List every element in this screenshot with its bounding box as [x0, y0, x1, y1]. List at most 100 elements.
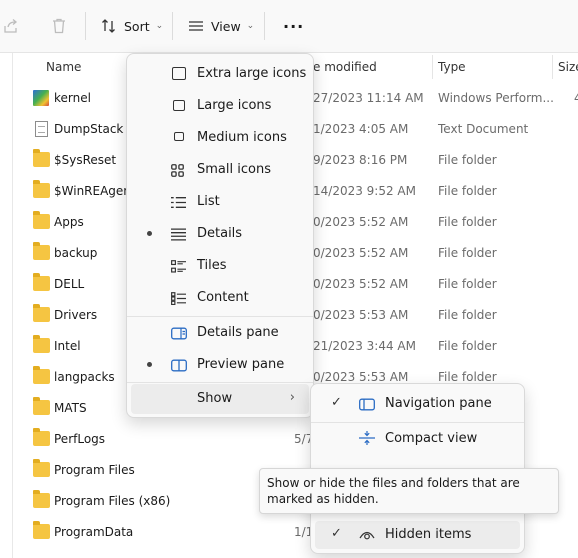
details-icon	[171, 228, 186, 241]
sort-button[interactable]: Sort ⌄	[100, 14, 163, 38]
share-button[interactable]	[2, 14, 20, 38]
menu-item-label: Compact view	[385, 431, 478, 446]
file-type: File folder	[438, 370, 497, 384]
sort-icon	[102, 19, 115, 33]
column-divider[interactable]	[552, 55, 553, 79]
details-pane-icon	[171, 327, 187, 340]
folder-icon	[33, 211, 50, 229]
column-header-size[interactable]: Size	[558, 53, 578, 81]
menu-item-label: Navigation pane	[385, 396, 492, 411]
file-type: File folder	[438, 339, 497, 353]
folder-icon	[33, 521, 50, 539]
file-name: DELL	[54, 277, 85, 291]
toolbar-separator	[172, 12, 173, 40]
view-menu: Extra large icons Large icons Medium ico…	[126, 53, 314, 418]
folder-icon	[33, 180, 50, 198]
folder-icon	[33, 366, 50, 384]
menu-item-show[interactable]: Show ›	[131, 384, 309, 414]
menu-item-navigation-pane[interactable]: ✓ Navigation pane	[315, 388, 520, 420]
file-name: ProgramData	[54, 525, 134, 539]
chevron-right-icon: ›	[289, 390, 295, 405]
file-name: $WinREAgent	[54, 184, 136, 198]
menu-item-details[interactable]: Details	[131, 218, 309, 250]
selected-indicator-icon	[147, 231, 152, 236]
view-label: View	[211, 18, 241, 34]
medium-icons-icon	[174, 132, 184, 141]
navigation-pane-icon	[359, 398, 375, 411]
menu-item-extra-large-icons[interactable]: Extra large icons	[131, 58, 309, 90]
small-icons-icon	[171, 164, 184, 177]
file-name: PerfLogs	[54, 432, 106, 446]
file-name: kernel	[54, 91, 91, 105]
menu-item-label: Large icons	[197, 98, 272, 113]
file-date: 0/2023 5:52 AM	[313, 246, 409, 260]
menu-item-content[interactable]: Content	[131, 282, 309, 314]
check-icon: ✓	[331, 526, 342, 541]
more-options-icon: ···	[283, 16, 305, 36]
menu-item-label: Preview pane	[197, 357, 285, 372]
file-date: 21/2023 3:44 AM	[313, 339, 416, 353]
menu-item-details-pane[interactable]: Details pane	[131, 317, 309, 349]
file-name: $SysReset	[54, 153, 117, 167]
file-date: 9/2023 8:16 PM	[313, 153, 408, 167]
folder-icon	[33, 304, 50, 322]
menu-item-hidden-items[interactable]: ✓ Hidden items	[315, 521, 520, 549]
folder-icon	[33, 273, 50, 291]
column-header-name[interactable]: Name	[46, 53, 81, 81]
eye-icon	[359, 531, 375, 540]
menu-item-label: Tiles	[197, 258, 227, 273]
extra-large-icons-icon	[172, 67, 186, 80]
folder-icon	[33, 397, 50, 415]
chevron-down-icon: ⌄	[155, 21, 164, 31]
column-divider[interactable]	[432, 55, 433, 79]
file-type: File folder	[438, 308, 497, 322]
more-options-button[interactable]: ···	[283, 14, 304, 38]
file-name: langpacks	[54, 370, 115, 384]
file-name: Intel	[54, 339, 81, 353]
text-file-icon	[35, 121, 48, 137]
file-date: 27/2023 11:14 AM	[313, 91, 424, 105]
file-date: 0/2023 5:53 AM	[313, 370, 409, 384]
file-type: File folder	[438, 184, 497, 198]
file-date: 1/2023 4:05 AM	[313, 122, 409, 136]
menu-item-label: List	[197, 194, 220, 209]
toolbar-separator	[85, 12, 86, 40]
folder-icon	[33, 459, 50, 477]
menu-item-preview-pane[interactable]: Preview pane	[131, 349, 309, 381]
content-icon	[171, 292, 186, 305]
menu-item-label: Hidden items	[385, 527, 472, 542]
file-type: Text Document	[438, 122, 529, 136]
file-name: Drivers	[54, 308, 98, 322]
file-type: File folder	[438, 153, 497, 167]
file-type: File folder	[438, 246, 497, 260]
menu-item-tiles[interactable]: Tiles	[131, 250, 309, 282]
menu-item-compact-view[interactable]: Compact view	[315, 423, 520, 455]
list-icon	[171, 197, 186, 208]
column-header-type[interactable]: Type	[438, 53, 466, 81]
file-date: 0/2023 5:52 AM	[313, 215, 409, 229]
menu-item-small-icons[interactable]: Small icons	[131, 154, 309, 186]
file-name: DumpStack	[54, 122, 124, 136]
kernel-icon	[33, 90, 49, 106]
share-icon	[4, 19, 18, 33]
view-button[interactable]: View ⌄	[187, 14, 254, 38]
file-size: 4	[574, 91, 578, 105]
folder-icon	[33, 428, 50, 446]
delete-button[interactable]	[50, 14, 68, 38]
menu-item-medium-icons[interactable]: Medium icons	[131, 122, 309, 154]
menu-item-list[interactable]: List	[131, 186, 309, 218]
column-header-date-modified[interactable]: e modified	[313, 53, 377, 81]
large-icons-icon	[173, 100, 185, 111]
view-icon	[189, 21, 203, 31]
file-date: 0/2023 5:52 AM	[313, 277, 409, 291]
menu-item-label: Extra large icons	[197, 66, 307, 81]
toolbar-separator	[264, 12, 265, 40]
menu-item-label: Medium icons	[197, 130, 287, 145]
compact-view-icon	[359, 431, 375, 445]
folder-icon	[33, 490, 50, 508]
menu-item-label: Show	[197, 391, 233, 406]
menu-item-label: Details pane	[197, 325, 279, 340]
file-type: File folder	[438, 215, 497, 229]
menu-item-large-icons[interactable]: Large icons	[131, 90, 309, 122]
folder-icon	[33, 149, 50, 167]
